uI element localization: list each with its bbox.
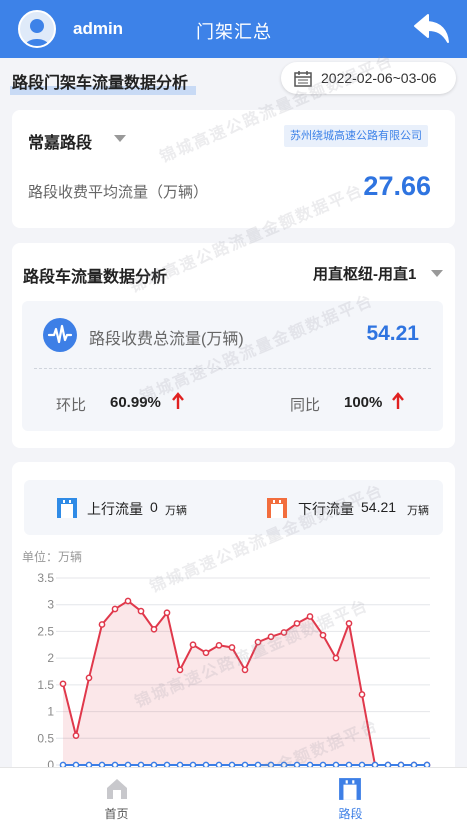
chart-point[interactable] bbox=[137, 607, 145, 615]
total-flow-value: 54.21 bbox=[366, 322, 419, 345]
total-flow-label: 路段收费总流量(万辆) bbox=[89, 331, 244, 348]
section-title-gantry-analysis: 路段门架车流量数据分析 bbox=[10, 69, 196, 95]
chart-y-tick-label: 1 bbox=[47, 705, 54, 719]
mom-value: 60.99% bbox=[110, 394, 161, 411]
chart-point[interactable] bbox=[267, 633, 275, 641]
gantry-icon bbox=[339, 778, 361, 800]
avg-flow-value: 27.66 bbox=[363, 171, 431, 201]
chart-point[interactable] bbox=[254, 638, 262, 646]
chart-area-0 bbox=[63, 600, 427, 765]
yoy-label: 同比 bbox=[290, 397, 321, 414]
down-flow-unit: 万辆 bbox=[407, 505, 429, 517]
chart-point[interactable] bbox=[345, 620, 353, 627]
chart-legend: 上行流量 0 万辆 下行流量 54.21 万辆 bbox=[24, 480, 443, 535]
chart-y-tick-label: 1.5 bbox=[37, 678, 54, 692]
page-title: 门架汇总 bbox=[196, 22, 272, 42]
chart-point[interactable] bbox=[111, 605, 119, 613]
interchange-dropdown-caret-icon[interactable] bbox=[431, 270, 443, 277]
chart-point[interactable] bbox=[280, 629, 288, 636]
up-flow-value: 0 bbox=[150, 499, 158, 515]
chart-y-tick-label: 3.5 bbox=[37, 571, 54, 585]
chart-point[interactable] bbox=[163, 609, 171, 617]
up-arrow-icon bbox=[392, 392, 404, 409]
date-range-picker[interactable]: 2022-02-06~03-06 bbox=[281, 62, 456, 94]
calendar-icon bbox=[294, 71, 312, 87]
back-arrow-icon bbox=[414, 14, 449, 43]
chart-point[interactable] bbox=[228, 644, 236, 651]
up-arrow-icon bbox=[172, 392, 184, 409]
chart-point[interactable] bbox=[85, 674, 93, 682]
avg-flow-label: 路段收费平均流量（万辆） bbox=[28, 184, 209, 201]
chart-point[interactable] bbox=[150, 625, 158, 633]
road-selector[interactable]: 常嘉路段 bbox=[28, 129, 92, 153]
yoy-value: 100% bbox=[344, 394, 383, 411]
gantry-down-icon bbox=[267, 498, 287, 518]
chart-y-tick-label: 0.5 bbox=[37, 731, 54, 745]
section-title-road-flow: 路段车流量数据分析 bbox=[21, 263, 175, 289]
user-avatar[interactable] bbox=[18, 10, 56, 48]
nav-home-label: 首页 bbox=[104, 807, 129, 821]
chart-point[interactable] bbox=[202, 649, 210, 657]
chart-point[interactable] bbox=[332, 654, 340, 662]
date-range-text: 2022-02-06~03-06 bbox=[321, 70, 437, 86]
chart-y-tick-label: 2.5 bbox=[37, 624, 54, 638]
bottom-nav: 首页 路段 bbox=[0, 767, 467, 828]
username: admin bbox=[73, 19, 124, 38]
chart-point[interactable] bbox=[215, 641, 223, 649]
nav-road[interactable]: 路段 bbox=[234, 768, 467, 828]
chart-point[interactable] bbox=[358, 691, 366, 698]
chart-point[interactable] bbox=[241, 666, 249, 674]
gantry-up-icon bbox=[57, 498, 77, 518]
mom-label: 环比 bbox=[56, 397, 87, 414]
up-flow-unit: 万辆 bbox=[165, 505, 187, 517]
company-tag: 苏州绕城高速公路有限公司 bbox=[284, 125, 428, 147]
chart-point[interactable] bbox=[59, 680, 67, 688]
home-icon bbox=[107, 779, 127, 799]
road-flow-analysis-card: 路段车流量数据分析 用直枢纽-用直1 路段收费总流量(万辆) 54.21 环比 … bbox=[12, 243, 455, 448]
chart-point[interactable] bbox=[319, 631, 327, 639]
down-flow-value: 54.21 bbox=[361, 499, 397, 515]
divider bbox=[34, 368, 431, 369]
chart-point[interactable] bbox=[72, 732, 80, 739]
chart-point[interactable] bbox=[293, 620, 301, 627]
total-flow-panel: 路段收费总流量(万辆) 54.21 环比 60.99% 同比 100% bbox=[22, 301, 443, 431]
chart-point[interactable] bbox=[98, 621, 106, 628]
road-summary-card: 常嘉路段 苏州绕城高速公路有限公司 路段收费平均流量（万辆） 27.66 bbox=[12, 110, 455, 228]
interchange-selector[interactable]: 用直枢纽-用直1 bbox=[313, 263, 416, 284]
nav-road-label: 路段 bbox=[338, 807, 363, 821]
app-header: admin 门架汇总 bbox=[0, 0, 467, 58]
road-dropdown-caret-icon[interactable] bbox=[114, 135, 126, 142]
up-flow-label: 上行流量 bbox=[87, 501, 143, 517]
pulse-icon bbox=[43, 318, 77, 352]
flow-line-chart: 单位：万辆 00.511.522.533.5 bbox=[22, 549, 431, 772]
back-button[interactable] bbox=[412, 11, 452, 47]
chart-y-unit-label: 单位：万辆 bbox=[22, 549, 82, 564]
down-flow-label: 下行流量 bbox=[298, 501, 354, 517]
nav-home[interactable]: 首页 bbox=[0, 768, 233, 828]
chart-point[interactable] bbox=[306, 613, 314, 620]
chart-point[interactable] bbox=[124, 597, 132, 605]
chart-point[interactable] bbox=[176, 666, 184, 674]
chart-y-tick-label: 3 bbox=[47, 598, 54, 612]
chart-point[interactable] bbox=[189, 641, 197, 649]
avatar-person-icon bbox=[24, 19, 50, 46]
chart-y-tick-label: 2 bbox=[47, 651, 54, 665]
